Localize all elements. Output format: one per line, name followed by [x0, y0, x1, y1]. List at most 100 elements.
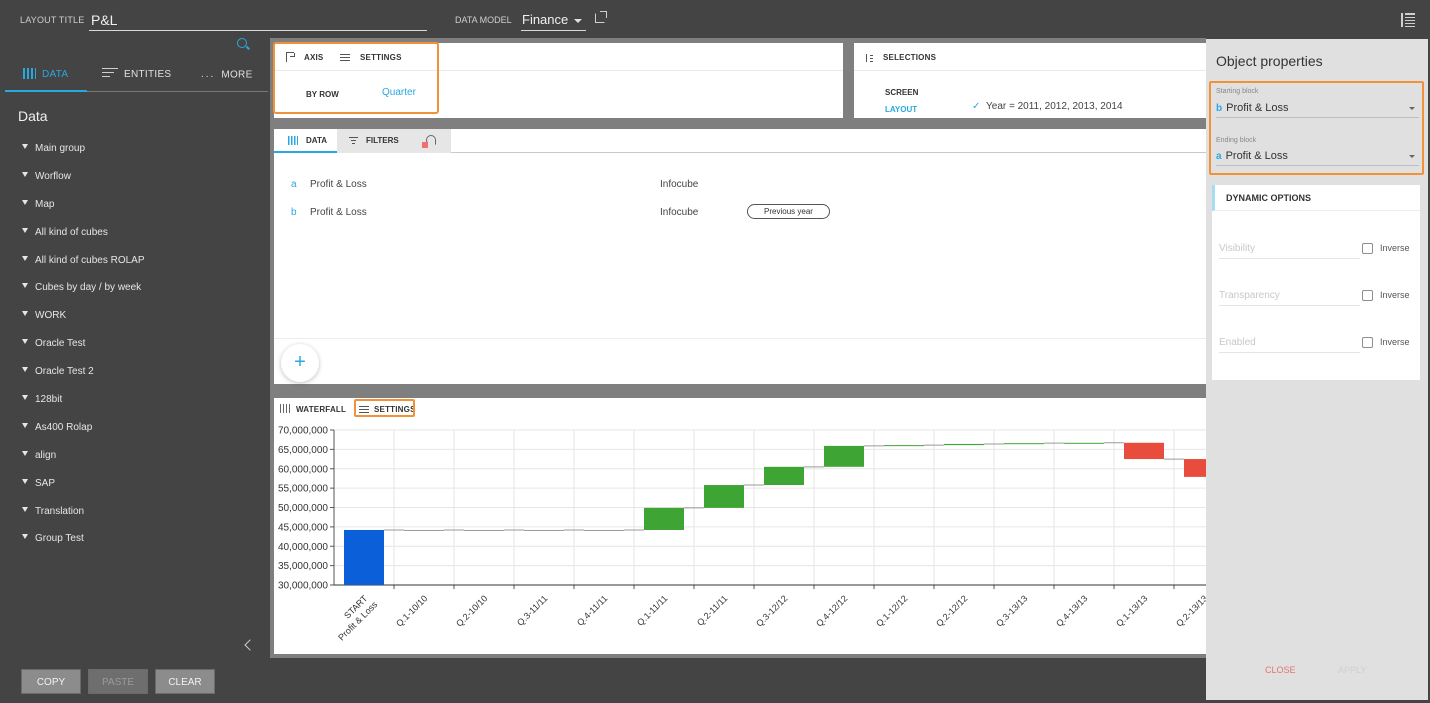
- caret-down-icon: [22, 171, 28, 177]
- caret-down-icon: [22, 227, 28, 233]
- layout-label[interactable]: LAYOUT: [885, 105, 917, 114]
- y-tick-label: 60,000,000: [278, 464, 328, 475]
- tree-item[interactable]: Group Test: [22, 532, 262, 560]
- y-tick-label: 50,000,000: [278, 503, 328, 514]
- tree-item[interactable]: WORK: [22, 309, 262, 337]
- layout-title-input[interactable]: P&L: [89, 10, 427, 31]
- paste-button[interactable]: PASTE: [88, 669, 148, 694]
- settings-sliders-icon: [340, 53, 350, 62]
- tree-item-label: Cubes by day / by week: [35, 282, 142, 294]
- tree-item[interactable]: Map: [22, 198, 262, 226]
- axis-tab[interactable]: AXIS: [304, 53, 323, 62]
- waterfall-chart: 30,000,000 35,000,000 40,000,000 45,000,000…: [278, 426, 1206, 642]
- caret-down-icon: [22, 144, 28, 149]
- x-tick-label: Q.1-10/10: [394, 593, 429, 628]
- x-tick-label: Q.4-11/11: [575, 593, 609, 627]
- tab-more-label: MORE: [221, 69, 253, 81]
- y-tick-label: 55,000,000: [278, 484, 328, 495]
- tab-data[interactable]: DATA: [5, 60, 87, 92]
- waterfall-bar: [524, 529, 564, 531]
- selection-value[interactable]: Year = 2011, 2012, 2013, 2014: [986, 101, 1123, 112]
- tree-item-label: All kind of cubes ROLAP: [35, 254, 145, 266]
- x-tick-label: Q.2-10/10: [454, 593, 489, 628]
- tab-data-sources[interactable]: DATA: [274, 129, 337, 153]
- tree-item[interactable]: Worflow: [22, 170, 262, 198]
- waterfall-bar: [1004, 443, 1044, 445]
- settings-highlight-frame: [354, 399, 415, 417]
- tree-item[interactable]: Translation: [22, 505, 262, 533]
- by-row-value[interactable]: Quarter: [382, 87, 416, 98]
- tab-data-label: DATA: [42, 69, 69, 80]
- entities-lines-icon: [102, 68, 118, 79]
- data-model-select[interactable]: Finance: [521, 10, 586, 31]
- tree-item-label: All kind of cubes: [35, 226, 108, 238]
- enabled-inverse-checkbox[interactable]: [1362, 337, 1373, 348]
- axis-settings-tab[interactable]: SETTINGS: [360, 53, 402, 62]
- ending-block-select[interactable]: a Profit & Loss: [1216, 148, 1419, 166]
- tree-item[interactable]: align: [22, 449, 262, 477]
- tree-item[interactable]: Cubes by day / by week: [22, 281, 262, 309]
- waterfall-tab[interactable]: WATERFALL: [296, 405, 346, 414]
- tab-more[interactable]: ... MORE: [201, 60, 268, 92]
- external-link-icon[interactable]: [595, 11, 607, 23]
- transparency-inverse-checkbox[interactable]: [1362, 290, 1373, 301]
- screen-label: SCREEN: [885, 88, 919, 97]
- panel-toggle-icon[interactable]: [1401, 13, 1415, 27]
- clear-button[interactable]: CLEAR: [155, 669, 215, 694]
- data-source-letter: b: [291, 207, 297, 218]
- data-source-name: Profit & Loss: [310, 207, 367, 218]
- caret-down-icon: [22, 255, 28, 261]
- enabled-field[interactable]: Enabled: [1219, 337, 1360, 353]
- starting-block-select[interactable]: b Profit & Loss: [1216, 100, 1419, 118]
- ending-block-letter: a: [1216, 151, 1222, 162]
- waterfall-bar: [404, 529, 444, 531]
- caret-down-icon: [22, 450, 28, 456]
- tree-item[interactable]: As400 Rolap: [22, 421, 262, 449]
- tree-item[interactable]: All kind of cubes ROLAP: [22, 254, 262, 282]
- close-button[interactable]: CLOSE: [1265, 665, 1296, 675]
- search-icon[interactable]: [237, 38, 247, 48]
- data-grid-icon: [288, 136, 298, 146]
- tree-item-label: WORK: [35, 310, 67, 322]
- tree-item[interactable]: 128bit: [22, 393, 262, 421]
- top-bar: LAYOUT TITLE P&L DATA MODEL Finance: [0, 0, 1430, 38]
- x-tick-label: Q.4-13/13: [1054, 593, 1089, 628]
- data-source-row[interactable]: b Profit & Loss Infocube Previous year: [274, 204, 1206, 224]
- tree-item[interactable]: Oracle Test: [22, 337, 262, 365]
- waterfall-bar: [824, 445, 864, 467]
- transparency-field[interactable]: Transparency: [1219, 290, 1360, 306]
- apply-button[interactable]: APPLY: [1338, 665, 1366, 675]
- tree-item[interactable]: SAP: [22, 477, 262, 505]
- x-tick-label: Q.1-12/12: [874, 593, 909, 628]
- tab-entities[interactable]: ENTITIES: [102, 60, 192, 92]
- data-card: FILTERS DATA a Profit & Loss Infocube b …: [274, 129, 1206, 384]
- y-tick-label: 35,000,000: [278, 561, 328, 572]
- x-tick-label: Q.2-11/11: [695, 593, 729, 627]
- visibility-inverse-checkbox[interactable]: [1362, 243, 1373, 254]
- add-data-source-button[interactable]: +: [281, 344, 319, 382]
- copy-button[interactable]: COPY: [21, 669, 81, 694]
- chevron-left-icon[interactable]: [244, 639, 256, 651]
- x-tick-label: Q.2-12/12: [934, 593, 969, 628]
- tree-item[interactable]: All kind of cubes: [22, 226, 262, 254]
- data-source-row[interactable]: a Profit & Loss Infocube: [274, 176, 1206, 196]
- tab-filters[interactable]: FILTERS: [337, 129, 422, 153]
- previous-year-tag[interactable]: Previous year: [747, 204, 830, 219]
- chevron-down-icon: [1409, 107, 1415, 110]
- axis-card-header: AXIS SETTINGS: [274, 43, 843, 71]
- visibility-field[interactable]: Visibility: [1219, 243, 1360, 259]
- tab-fingerprint[interactable]: [414, 129, 451, 153]
- waterfall-bar: [464, 529, 504, 531]
- caret-down-icon: [22, 506, 28, 512]
- caret-down-icon: [22, 367, 28, 373]
- waterfall-bar: [584, 529, 624, 531]
- tree-item-label: Oracle Test 2: [35, 366, 94, 378]
- tree-item-label: Main group: [35, 143, 86, 154]
- panel-title: Object properties: [1216, 53, 1323, 69]
- y-tick-label: 45,000,000: [278, 522, 328, 533]
- transparency-inverse-label: Inverse: [1380, 290, 1410, 300]
- tree-item[interactable]: Oracle Test 2: [22, 365, 262, 393]
- sidebar-tabs: DATA ENTITIES ... MORE: [5, 60, 268, 92]
- tree-item[interactable]: Main group: [22, 142, 262, 170]
- waterfall-bar: [644, 507, 684, 530]
